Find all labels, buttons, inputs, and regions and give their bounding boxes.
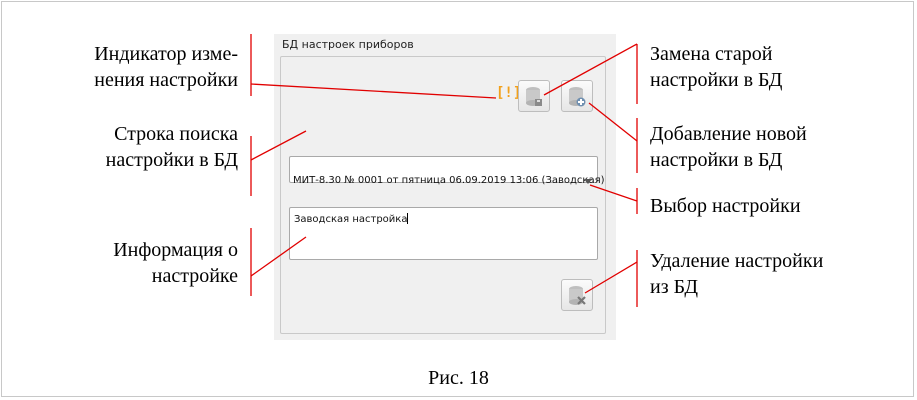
label-select: Выбор настройки	[650, 195, 801, 217]
label-delete: Удаление настройки из БД	[650, 250, 824, 298]
label-search: Строка поиска настройки в БД	[105, 123, 238, 171]
leader-search	[250, 130, 307, 161]
label-change-indicator: Индикатор изме-нения настройки	[94, 43, 238, 91]
leader-indicator	[250, 83, 497, 99]
leader-add	[588, 102, 638, 142]
leader-info	[250, 236, 307, 277]
leader-select	[589, 184, 638, 202]
leader-delete	[584, 261, 638, 294]
label-add: Добавление новой настройки в БД	[650, 123, 807, 171]
figure-caption: Рис. 18	[428, 367, 489, 389]
label-info: Информация о настройке	[113, 239, 238, 287]
label-replace: Замена старой настройки в БД	[650, 43, 783, 91]
leader-replace	[543, 43, 638, 96]
